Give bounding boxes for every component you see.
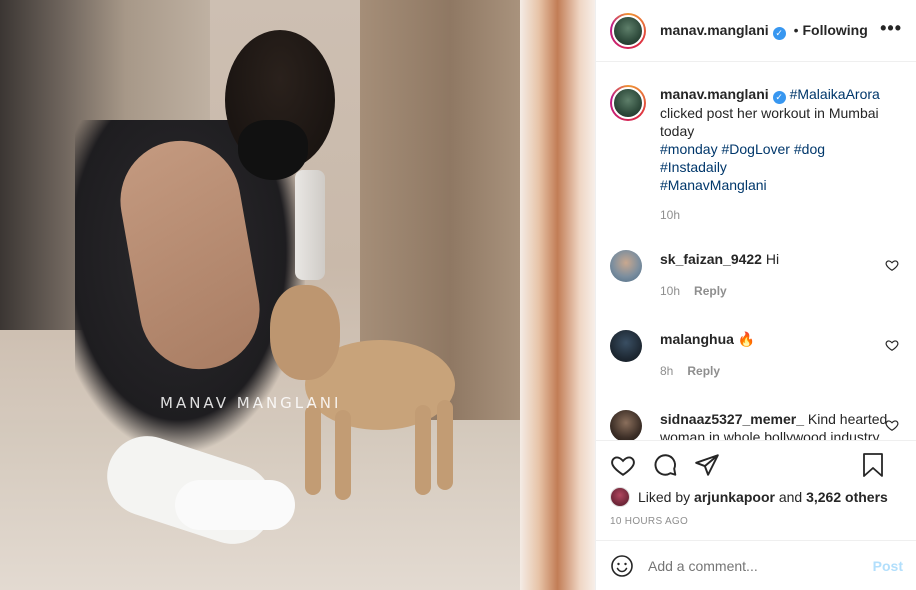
share-send-icon[interactable] [694,452,720,478]
dog-leg [437,400,453,490]
post-actions: Liked by arjunkapoor and 3,262 others 10… [596,440,916,540]
caption-username[interactable]: manav.manglani [660,86,769,102]
post-panel: manav.manglani ✓ • Following ••• manav.man… [595,0,916,590]
liker-avatar[interactable] [610,487,630,507]
comment-item: sk_faizan_9422 Hi 10h Reply [610,250,903,298]
likes-prefix: Liked by [638,489,691,505]
hashtag-link[interactable]: #monday [660,141,718,157]
liker-username[interactable]: arjunkapoor [694,489,775,505]
comment-username[interactable]: sk_faizan_9422 [660,251,762,267]
photo-watermark: MANAV MANGLANI [160,394,342,412]
post-photo[interactable]: MANAV MANGLANI [0,0,595,590]
comment-bubble-icon[interactable] [652,452,678,478]
comments-list[interactable]: manav.manglani ✓ #MalaikaArora clicked po… [596,63,916,440]
verified-badge-icon: ✓ [772,26,786,40]
avatar[interactable] [610,410,642,440]
following-button[interactable]: Following [802,22,867,38]
caption-text: manav.manglani ✓ #MalaikaArora clicked po… [660,85,895,194]
separator-dot: • [793,21,799,38]
avatar[interactable] [612,87,644,119]
photo-dog [265,285,465,500]
hashtag-link[interactable]: #Instadaily [660,159,727,175]
add-comment-bar: Post [596,540,916,590]
action-bar [610,441,903,489]
avatar[interactable] [610,250,642,282]
comment-item: malanghua 🔥 8h Reply [610,330,903,378]
avatar[interactable] [612,14,644,47]
comment-text: 🔥 [737,331,756,347]
like-comment-heart-icon[interactable] [885,258,899,272]
comment-input[interactable] [648,557,873,574]
comment-item: sidnaaz5327_memer_ Kind hearted woman in… [610,410,903,440]
dog-leg [305,405,321,495]
comment-username[interactable]: malanghua [660,331,734,347]
dog-leg [415,405,431,495]
hashtag-link[interactable]: #DogLover [721,141,790,157]
photo-pillar [520,0,595,590]
more-options-icon[interactable]: ••• [880,18,902,39]
reply-button[interactable]: Reply [694,284,727,298]
photo-slipper [175,480,295,530]
hashtag-link[interactable]: #dog [794,141,825,157]
likes-summary: Liked by arjunkapoor and 3,262 others [610,487,903,507]
like-comment-heart-icon[interactable] [885,338,899,352]
verified-badge-icon: ✓ [772,91,786,104]
story-ring[interactable] [610,85,646,121]
post-header: manav.manglani ✓ • Following ••• [596,0,916,62]
photo-water-bottle [295,170,325,280]
story-ring[interactable] [610,12,646,49]
bookmark-save-icon[interactable] [861,452,885,478]
post-timestamp[interactable]: 10 HOURS AGO [610,516,903,527]
header-username[interactable]: manav.manglani [660,22,769,38]
emoji-icon[interactable] [610,554,634,578]
post-comment-button[interactable]: Post [873,558,903,574]
like-comment-heart-icon[interactable] [885,418,899,432]
dog-leg [335,410,351,500]
reply-button[interactable]: Reply [687,364,720,378]
like-heart-icon[interactable] [610,452,636,478]
mention-link[interactable]: #MalaikaArora [790,86,880,102]
comment-text: Hi [765,251,780,267]
comment-username[interactable]: sidnaaz5327_memer_ [660,411,804,427]
likes-conjunction: and [778,489,803,505]
caption-time: 10h [660,208,681,222]
dog-head [270,285,340,380]
comment-time: 10h [660,284,681,298]
likes-others-link[interactable]: 3,262 others [806,489,888,505]
caption: manav.manglani ✓ #MalaikaArora clicked po… [610,85,903,222]
avatar[interactable] [610,330,642,362]
hashtag-link[interactable]: #ManavManglani [660,177,767,193]
caption-body: clicked post her workout in Mumbai today [660,105,879,139]
comment-time: 8h [660,364,674,378]
